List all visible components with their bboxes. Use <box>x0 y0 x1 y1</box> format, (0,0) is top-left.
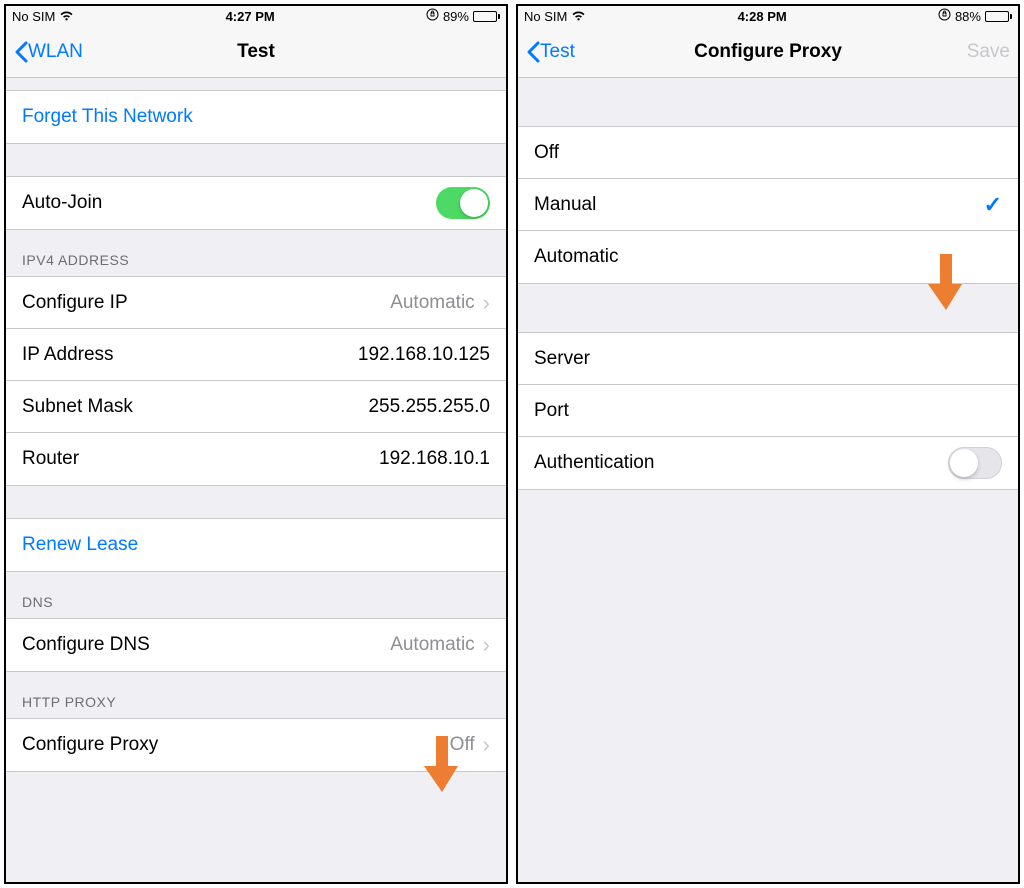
checkmark-icon: ✓ <box>984 192 1002 218</box>
status-time: 4:27 PM <box>226 9 275 24</box>
wifi-icon <box>571 9 586 24</box>
orientation-lock-icon <box>426 8 439 24</box>
subnet-mask-row: Subnet Mask 255.255.255.0 <box>6 381 506 433</box>
battery-icon <box>985 11 1012 22</box>
forget-network[interactable]: Forget This Network <box>6 91 506 143</box>
auto-join-label: Auto-Join <box>22 192 102 214</box>
battery-pct: 88% <box>955 9 981 24</box>
configure-dns-value: Automatic <box>390 634 474 656</box>
auto-join-toggle[interactable] <box>436 187 490 219</box>
renew-lease[interactable]: Renew Lease <box>6 519 506 571</box>
carrier-label: No SIM <box>12 9 55 24</box>
save-button[interactable]: Save <box>967 41 1010 63</box>
configure-ip-label: Configure IP <box>22 292 128 314</box>
nav-title: Test <box>237 41 275 63</box>
server-label: Server <box>534 348 590 370</box>
status-bar: No SIM 4:27 PM 89% <box>6 6 506 26</box>
orientation-lock-icon <box>938 8 951 24</box>
proxy-mode-manual-label: Manual <box>534 194 596 216</box>
proxy-mode-manual[interactable]: Manual ✓ <box>518 179 1018 231</box>
configure-ip-value: Automatic <box>390 292 474 314</box>
nav-bar: WLAN Test <box>6 26 506 78</box>
router-row: Router 192.168.10.1 <box>6 433 506 485</box>
ipv4-header: IPV4 ADDRESS <box>6 230 506 276</box>
nav-bar: Test Configure Proxy Save <box>518 26 1018 78</box>
configure-proxy-label: Configure Proxy <box>22 734 158 756</box>
subnet-mask-label: Subnet Mask <box>22 396 133 418</box>
configure-proxy-value: Off <box>450 734 475 756</box>
nav-title: Configure Proxy <box>694 41 842 63</box>
router-value: 192.168.10.1 <box>379 448 490 470</box>
configure-ip-row[interactable]: Configure IP Automatic › <box>6 277 506 329</box>
renew-lease-label: Renew Lease <box>22 534 138 556</box>
authentication-toggle[interactable] <box>948 447 1002 479</box>
subnet-mask-value: 255.255.255.0 <box>368 396 490 418</box>
dns-header: DNS <box>6 572 506 618</box>
chevron-right-icon: › <box>483 290 490 316</box>
proxy-mode-automatic-label: Automatic <box>534 246 618 268</box>
auto-join-row[interactable]: Auto-Join <box>6 177 506 229</box>
back-label: WLAN <box>28 41 83 63</box>
chevron-left-icon <box>14 41 28 63</box>
port-row[interactable]: Port <box>518 385 1018 437</box>
configure-dns-label: Configure DNS <box>22 634 150 656</box>
http-proxy-header: HTTP PROXY <box>6 672 506 718</box>
status-time: 4:28 PM <box>738 9 787 24</box>
battery-pct: 89% <box>443 9 469 24</box>
ip-address-value: 192.168.10.125 <box>358 344 490 366</box>
proxy-mode-off[interactable]: Off <box>518 127 1018 179</box>
authentication-row[interactable]: Authentication <box>518 437 1018 489</box>
chevron-right-icon: › <box>483 632 490 658</box>
phone-right: No SIM 4:28 PM 88% Test Configure Proxy … <box>516 4 1020 884</box>
configure-dns-row[interactable]: Configure DNS Automatic › <box>6 619 506 671</box>
port-label: Port <box>534 400 569 422</box>
server-row[interactable]: Server <box>518 333 1018 385</box>
back-button[interactable]: WLAN <box>14 41 83 63</box>
battery-icon <box>473 11 500 22</box>
authentication-label: Authentication <box>534 452 654 474</box>
proxy-mode-automatic[interactable]: Automatic <box>518 231 1018 283</box>
status-bar: No SIM 4:28 PM 88% <box>518 6 1018 26</box>
back-button[interactable]: Test <box>526 41 575 63</box>
back-label: Test <box>540 41 575 63</box>
carrier-label: No SIM <box>524 9 567 24</box>
phone-left: No SIM 4:27 PM 89% WLAN Test Forget This… <box>4 4 508 884</box>
configure-proxy-row[interactable]: Configure Proxy Off › <box>6 719 506 771</box>
chevron-left-icon <box>526 41 540 63</box>
ip-address-row: IP Address 192.168.10.125 <box>6 329 506 381</box>
wifi-icon <box>59 9 74 24</box>
chevron-right-icon: › <box>483 732 490 758</box>
proxy-mode-off-label: Off <box>534 142 559 164</box>
forget-network-label: Forget This Network <box>22 106 193 128</box>
ip-address-label: IP Address <box>22 344 114 366</box>
router-label: Router <box>22 448 79 470</box>
